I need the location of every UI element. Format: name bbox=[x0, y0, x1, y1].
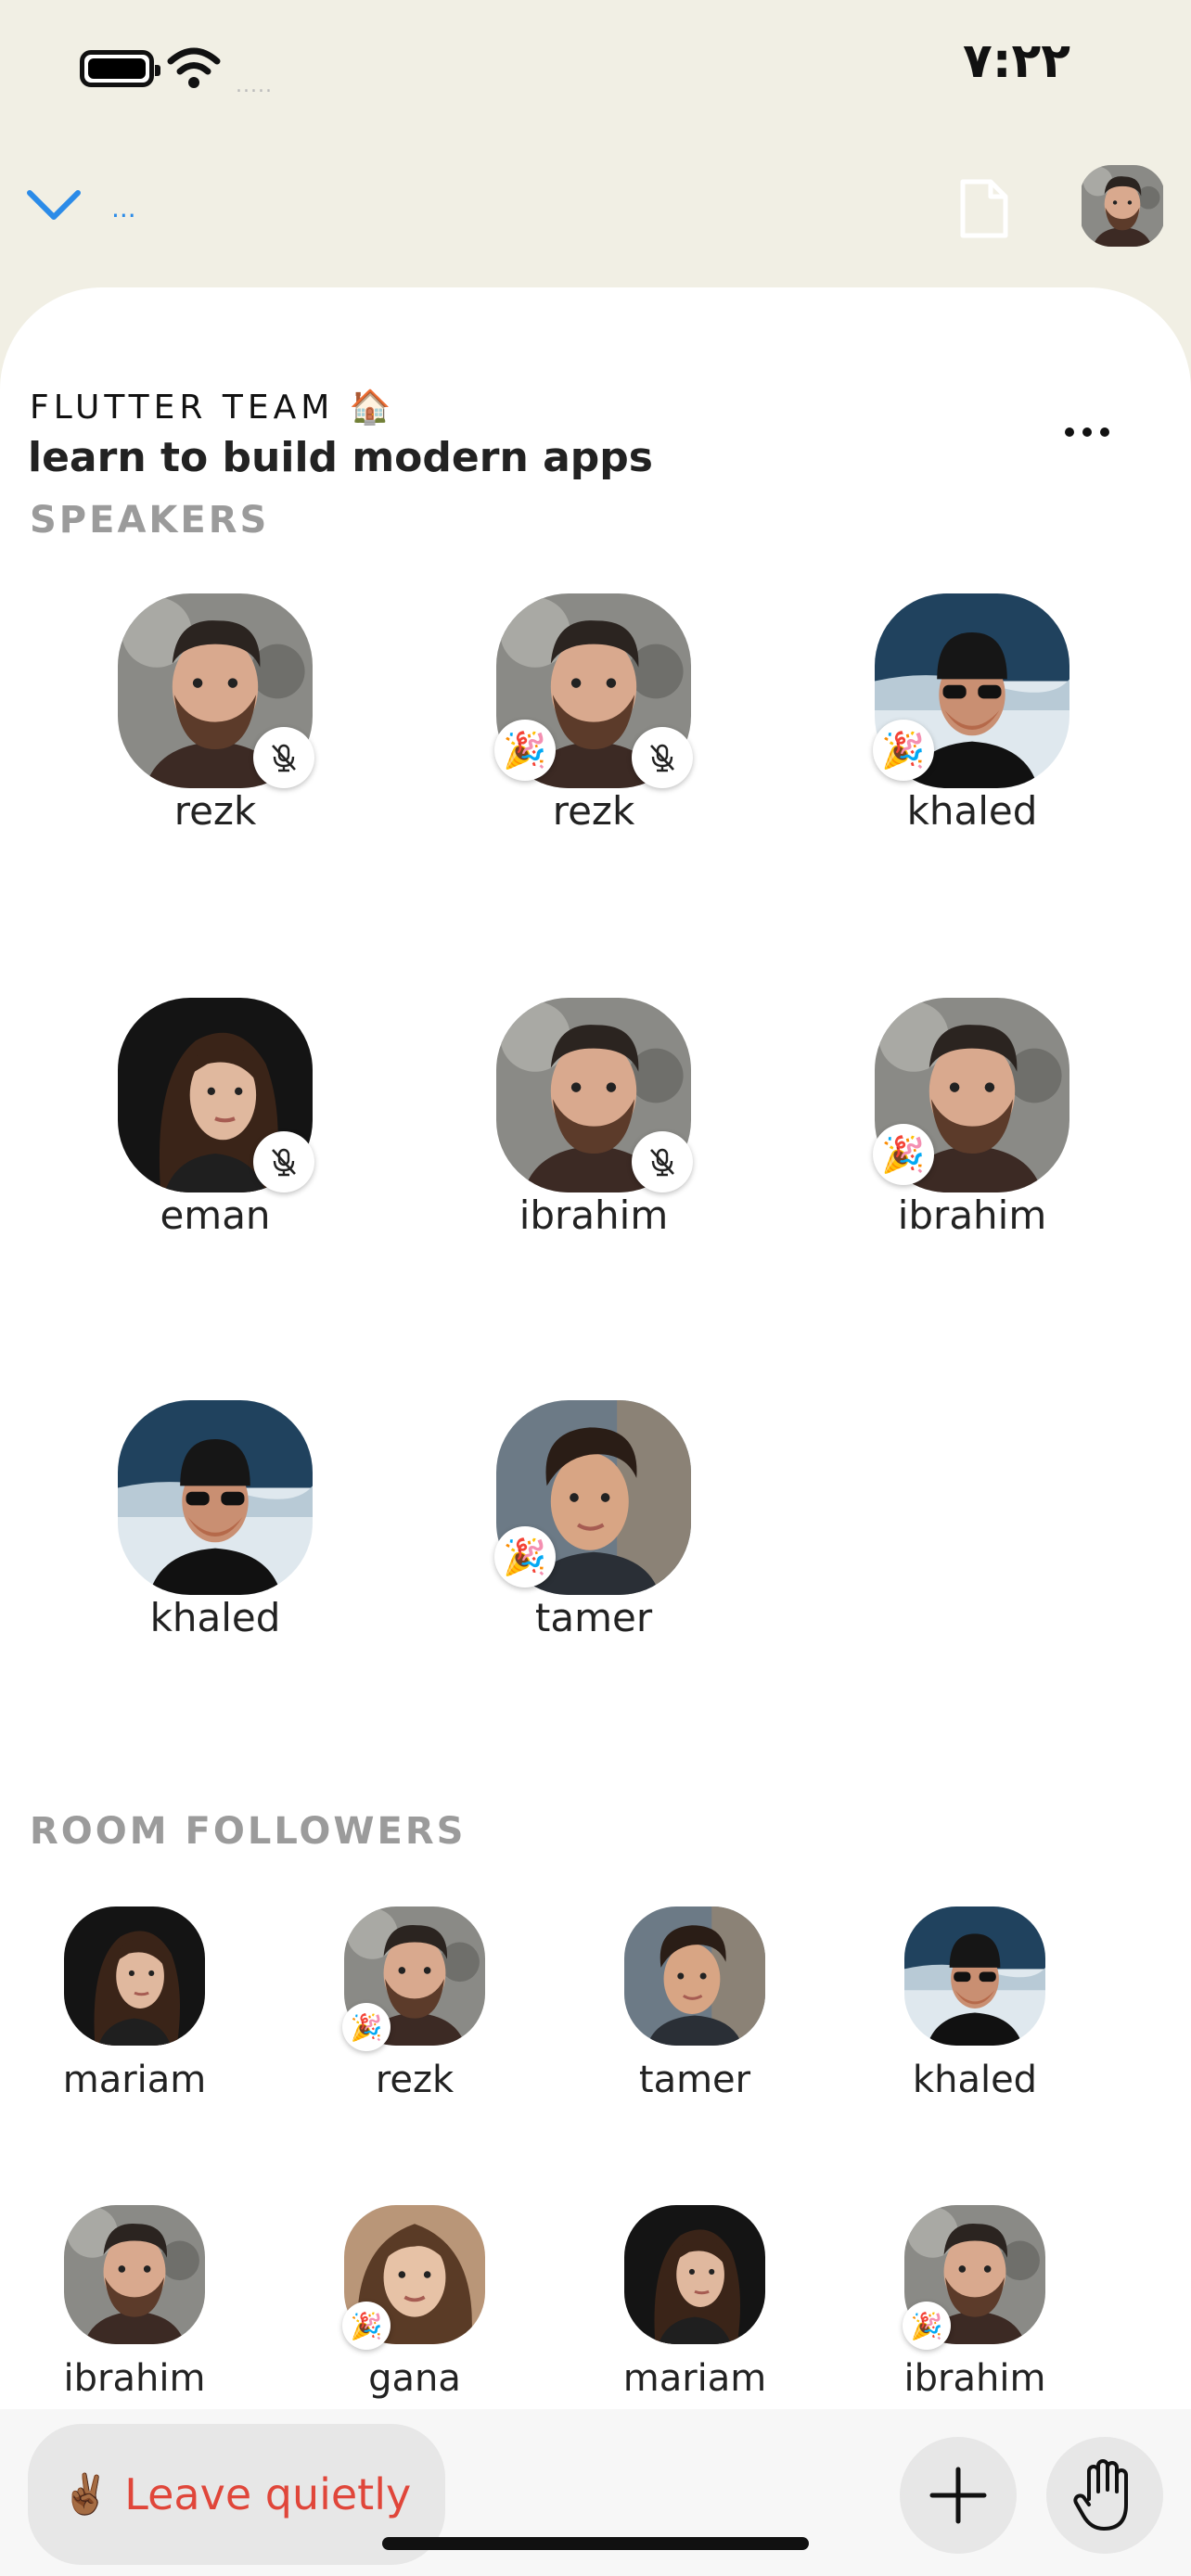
muted-badge bbox=[253, 1131, 314, 1192]
status-bar: ..... ٧:٢٢ bbox=[0, 0, 1191, 139]
speaker-name: khaled bbox=[149, 1595, 281, 1640]
avatar bbox=[64, 1906, 205, 2046]
leave-quietly-label: Leave quietly bbox=[124, 2469, 412, 2519]
speaker-card[interactable]: khaled bbox=[26, 1400, 404, 1640]
muted-badge bbox=[632, 727, 693, 788]
follower-name: khaled bbox=[912, 2059, 1038, 2101]
speaker-card[interactable]: ibrahim 🎉 bbox=[783, 998, 1161, 1238]
follower-name: mariam bbox=[62, 2059, 207, 2101]
follower-card[interactable]: khaled bbox=[835, 1906, 1115, 2101]
avatar bbox=[118, 1400, 313, 1595]
speaker-card[interactable]: khaled 🎉 bbox=[783, 593, 1161, 834]
follower-card[interactable]: rezk 🎉 bbox=[275, 1906, 555, 2101]
follower-name: gana bbox=[368, 2357, 461, 2400]
battery-icon bbox=[80, 50, 160, 87]
party-popper-icon: 🎉 bbox=[873, 720, 934, 781]
mic-off-icon bbox=[272, 1148, 296, 1177]
profile-avatar[interactable] bbox=[1080, 165, 1165, 247]
speaker-name: rezk bbox=[552, 788, 635, 834]
room-sheet: FLUTTER TEAM 🏠 learn to build modern app… bbox=[0, 287, 1191, 2420]
plus-icon bbox=[929, 2467, 987, 2524]
muted-badge bbox=[632, 1131, 693, 1192]
muted-badge bbox=[253, 727, 314, 788]
follower-card[interactable]: mariam bbox=[0, 1906, 275, 2101]
party-popper-icon: 🎉 bbox=[873, 1124, 934, 1185]
speaker-name: ibrahim bbox=[897, 1192, 1047, 1238]
wifi-icon bbox=[167, 47, 221, 88]
speaker-card[interactable]: rezk bbox=[26, 593, 404, 834]
signal-dots: ..... bbox=[236, 74, 273, 97]
mic-off-icon bbox=[650, 1148, 674, 1177]
follower-card[interactable]: ibrahim bbox=[0, 2205, 275, 2400]
club-label: FLUTTER TEAM bbox=[30, 389, 335, 427]
raise-hand-button[interactable] bbox=[1046, 2437, 1163, 2554]
speaker-card[interactable]: ibrahim bbox=[404, 998, 783, 1238]
more-icon[interactable] bbox=[1065, 423, 1124, 443]
party-popper-icon: 🎉 bbox=[342, 2003, 391, 2051]
party-popper-icon: 🎉 bbox=[494, 1526, 556, 1588]
speaker-name: tamer bbox=[534, 1595, 653, 1640]
document-icon[interactable] bbox=[959, 178, 1009, 239]
follower-name: ibrahim bbox=[903, 2357, 1046, 2400]
chevron-down-icon[interactable] bbox=[26, 185, 82, 226]
party-popper-icon: 🎉 bbox=[494, 720, 556, 781]
follower-name: tamer bbox=[638, 2059, 751, 2101]
follower-card[interactable]: gana 🎉 bbox=[275, 2205, 555, 2400]
follower-card[interactable]: tamer bbox=[555, 1906, 835, 2101]
followers-label: ROOM FOLLOWERS bbox=[30, 1810, 467, 1853]
speaker-card[interactable]: eman bbox=[26, 998, 404, 1238]
house-icon: 🏠 bbox=[349, 389, 396, 427]
party-popper-icon: 🎉 bbox=[903, 2302, 951, 2350]
avatar bbox=[904, 1906, 1045, 2046]
follower-name: rezk bbox=[375, 2059, 455, 2101]
room-title: learn to build modern apps bbox=[28, 434, 653, 481]
speaker-name: rezk bbox=[173, 788, 257, 834]
speakers-label: SPEAKERS bbox=[30, 499, 270, 542]
follower-name: ibrahim bbox=[63, 2357, 206, 2400]
mic-off-icon bbox=[650, 744, 674, 772]
peace-hand-icon: ✌🏾 bbox=[61, 2471, 110, 2517]
speaker-name: eman bbox=[160, 1192, 271, 1238]
raise-hand-icon bbox=[1073, 2459, 1128, 2531]
follower-name: mariam bbox=[622, 2357, 767, 2400]
status-time: ٧:٢٢ bbox=[962, 33, 1070, 89]
party-popper-icon: 🎉 bbox=[342, 2302, 391, 2350]
speaker-card[interactable]: rezk 🎉 bbox=[404, 593, 783, 834]
speaker-name: khaled bbox=[906, 788, 1038, 834]
follower-card[interactable]: mariam bbox=[555, 2205, 835, 2400]
bottom-bar: ✌🏾 Leave quietly bbox=[0, 2409, 1191, 2576]
hallway-link[interactable]: ... bbox=[111, 193, 136, 223]
speaker-card[interactable]: tamer 🎉 bbox=[404, 1400, 783, 1640]
club-name[interactable]: FLUTTER TEAM 🏠 bbox=[30, 388, 396, 427]
home-indicator[interactable] bbox=[382, 2537, 809, 2550]
follower-card[interactable]: ibrahim 🎉 bbox=[835, 2205, 1115, 2400]
avatar bbox=[64, 2205, 205, 2344]
mic-off-icon bbox=[272, 744, 296, 772]
avatar bbox=[624, 1906, 765, 2046]
speaker-name: ibrahim bbox=[519, 1192, 669, 1238]
avatar bbox=[624, 2205, 765, 2344]
add-button[interactable] bbox=[900, 2437, 1017, 2554]
